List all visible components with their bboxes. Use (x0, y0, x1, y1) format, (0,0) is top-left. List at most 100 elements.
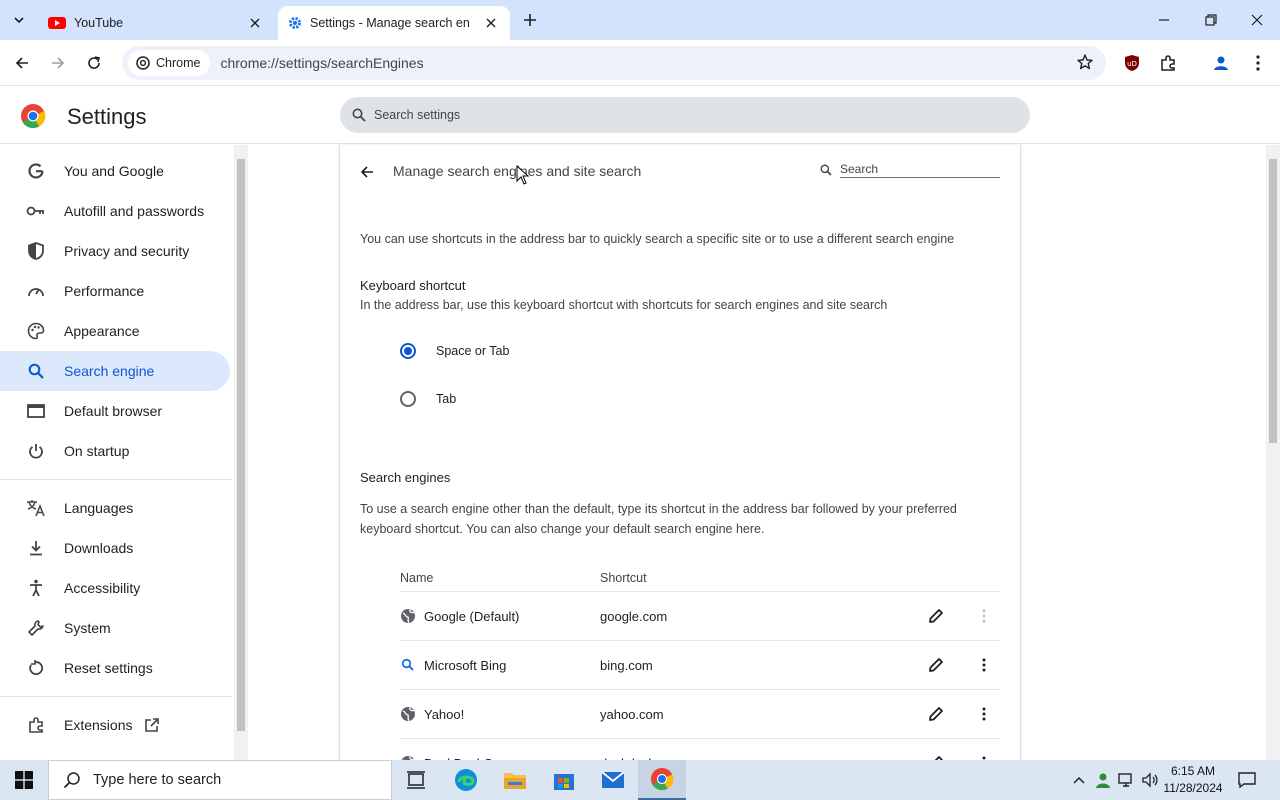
arrow-left-icon (360, 166, 373, 178)
sidebar-item-privacy[interactable]: Privacy and security (0, 231, 230, 271)
tab-settings[interactable]: Settings - Manage search engi (278, 6, 510, 40)
column-header-name: Name (400, 571, 434, 585)
more-actions-button[interactable] (974, 704, 994, 724)
sidebar-item-search-engine[interactable]: Search engine (0, 351, 230, 391)
file-explorer-app[interactable] (491, 760, 539, 800)
edit-button[interactable] (926, 606, 946, 626)
ublock-shield-icon: uD (1125, 55, 1139, 71)
system-clock[interactable]: 6:15 AM 11/28/2024 (1160, 763, 1226, 797)
sidebar-item-performance[interactable]: Performance (0, 271, 230, 311)
chevron-down-icon (14, 17, 24, 24)
ublock-extension-button[interactable]: uD (1117, 48, 1147, 78)
sidebar-item-languages[interactable]: Languages (0, 488, 230, 528)
settings-header: Settings Search settings (0, 87, 1280, 144)
store-bag-icon (554, 774, 574, 790)
close-tab-button[interactable] (482, 14, 500, 32)
start-button[interactable] (0, 760, 48, 800)
engine-shortcut: yahoo.com (600, 707, 664, 722)
edit-button[interactable] (926, 655, 946, 675)
engine-name: Yahoo! (424, 707, 465, 722)
site-info-chip[interactable]: Chrome (128, 50, 211, 76)
sidebar-item-you-and-google[interactable]: You and Google (0, 151, 230, 191)
sidebar-item-autofill[interactable]: Autofill and passwords (0, 191, 230, 231)
restore-button[interactable] (1188, 0, 1234, 40)
back-button[interactable] (7, 48, 37, 78)
puzzle-icon (22, 716, 50, 734)
search-placeholder: Search (840, 162, 1000, 178)
search-placeholder: Search settings (374, 108, 461, 122)
close-window-button[interactable] (1234, 0, 1280, 40)
person-icon (1096, 773, 1110, 788)
people-tray-icon[interactable] (1091, 760, 1115, 800)
tab-youtube[interactable]: YouTube (38, 6, 274, 40)
sidebar-divider (0, 696, 232, 697)
new-tab-button[interactable] (518, 8, 542, 32)
reload-button[interactable] (79, 48, 109, 78)
engine-shortcut: bing.com (600, 658, 653, 673)
microsoft-store-app[interactable] (540, 760, 588, 800)
svg-text:uD: uD (1127, 60, 1137, 68)
sidebar-item-appearance[interactable]: Appearance (0, 311, 230, 351)
puzzle-icon (1161, 55, 1175, 71)
back-arrow-button[interactable] (356, 161, 378, 183)
edit-button[interactable] (926, 704, 946, 724)
sidebar-item-extensions[interactable]: Extensions (0, 705, 230, 745)
tab-search-button[interactable] (6, 8, 32, 32)
subpage-search-input[interactable]: Search (820, 161, 1000, 179)
extensions-button[interactable] (1153, 48, 1183, 78)
forward-button[interactable] (43, 48, 73, 78)
column-header-shortcut: Shortcut (600, 571, 647, 585)
scrollbar-thumb[interactable] (1269, 159, 1277, 443)
sidebar-item-default-browser[interactable]: Default browser (0, 391, 230, 431)
page-scrollbar[interactable] (1266, 145, 1280, 760)
profile-button[interactable] (1206, 48, 1236, 78)
search-engines-heading: Search engines (360, 470, 451, 485)
radio-space-or-tab[interactable] (400, 343, 416, 359)
browser-window-icon (22, 404, 50, 418)
sidebar-item-system[interactable]: System (0, 608, 230, 648)
task-view-button[interactable] (392, 760, 440, 800)
kebab-menu-icon (982, 658, 986, 672)
edge-app[interactable] (442, 760, 490, 800)
sidebar-item-label: Performance (64, 283, 145, 299)
chrome-logo-icon (650, 767, 674, 791)
chrome-menu-button[interactable] (1243, 48, 1273, 78)
mail-app[interactable] (589, 760, 637, 800)
sidebar-item-label: Default browser (64, 403, 163, 419)
wrench-icon (22, 619, 50, 637)
sidebar-item-label: You and Google (64, 163, 164, 179)
sidebar-item-downloads[interactable]: Downloads (0, 528, 230, 568)
key-icon (22, 204, 50, 218)
bookmark-star-button[interactable] (1076, 53, 1094, 76)
sidebar-scrollbar[interactable] (234, 145, 248, 760)
engine-shortcut: google.com (600, 609, 668, 624)
page-title: Settings (67, 104, 147, 129)
sidebar-item-reset[interactable]: Reset settings (0, 648, 230, 688)
more-actions-button[interactable] (974, 606, 994, 626)
show-hidden-icons-button[interactable] (1067, 760, 1091, 800)
taskbar-search-input[interactable]: Type here to search (48, 760, 392, 800)
settings-search-input[interactable]: Search settings (340, 97, 1030, 133)
radio-tab[interactable] (400, 391, 416, 407)
radio-label: Space or Tab (436, 344, 510, 358)
scrollbar-thumb[interactable] (237, 159, 245, 731)
sidebar-item-on-startup[interactable]: On startup (0, 431, 230, 471)
kebab-menu-icon (1256, 55, 1260, 71)
more-actions-button[interactable] (974, 655, 994, 675)
close-icon (486, 18, 496, 28)
sidebar-item-label: Search engine (64, 363, 155, 379)
notifications-button[interactable] (1236, 760, 1258, 800)
speaker-icon (1142, 772, 1158, 788)
intro-text: You can use shortcuts in the address bar… (360, 232, 955, 246)
chrome-app[interactable] (638, 760, 686, 800)
minimize-button[interactable] (1141, 0, 1187, 40)
settings-sidebar: You and Google Autofill and passwords Pr… (0, 145, 234, 760)
windows-logo-icon (15, 771, 33, 789)
url-text[interactable]: chrome://settings/searchEngines (220, 55, 423, 71)
network-tray-icon[interactable] (1115, 760, 1139, 800)
address-bar[interactable]: Chrome chrome://settings/searchEngines (122, 46, 1106, 80)
sidebar-item-accessibility[interactable]: Accessibility (0, 568, 230, 608)
edge-icon (455, 769, 477, 791)
close-tab-button[interactable] (246, 14, 264, 32)
volume-tray-icon[interactable] (1138, 760, 1162, 800)
